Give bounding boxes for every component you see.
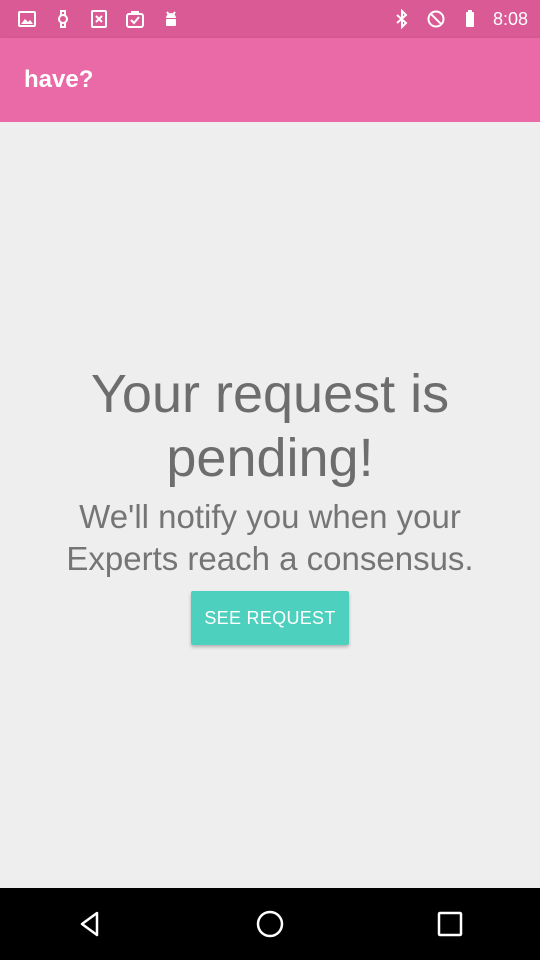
check-bag-icon bbox=[124, 8, 146, 30]
screen: 8:08 have? Your request is pending! We'l… bbox=[0, 0, 540, 960]
home-button[interactable] bbox=[230, 888, 310, 960]
battery-icon bbox=[459, 8, 481, 30]
bluetooth-icon bbox=[391, 8, 413, 30]
notify-message: We'll notify you when your Experts reach… bbox=[66, 498, 474, 577]
recents-button[interactable] bbox=[410, 888, 490, 960]
status-bar: 8:08 bbox=[0, 0, 540, 38]
android-icon bbox=[160, 8, 182, 30]
image-icon bbox=[16, 8, 38, 30]
close-box-icon bbox=[88, 8, 110, 30]
main-content: Your request is pending! We'll notify yo… bbox=[0, 122, 540, 888]
clock: 8:08 bbox=[492, 8, 528, 29]
watch-icon bbox=[52, 8, 74, 30]
back-button[interactable] bbox=[50, 888, 130, 960]
do-not-disturb-icon bbox=[425, 8, 447, 30]
back-icon bbox=[80, 911, 99, 937]
home-icon bbox=[256, 910, 284, 938]
page-title: have? bbox=[24, 66, 94, 93]
recents-icon bbox=[437, 911, 463, 937]
system-icons: 8:08 bbox=[391, 8, 540, 30]
pending-title: Your request is pending! bbox=[90, 364, 450, 488]
app-bar: have? bbox=[0, 38, 540, 122]
see-request-button[interactable]: SEE REQUEST bbox=[191, 591, 349, 645]
navigation-bar bbox=[0, 888, 540, 960]
notification-icons bbox=[0, 8, 182, 30]
